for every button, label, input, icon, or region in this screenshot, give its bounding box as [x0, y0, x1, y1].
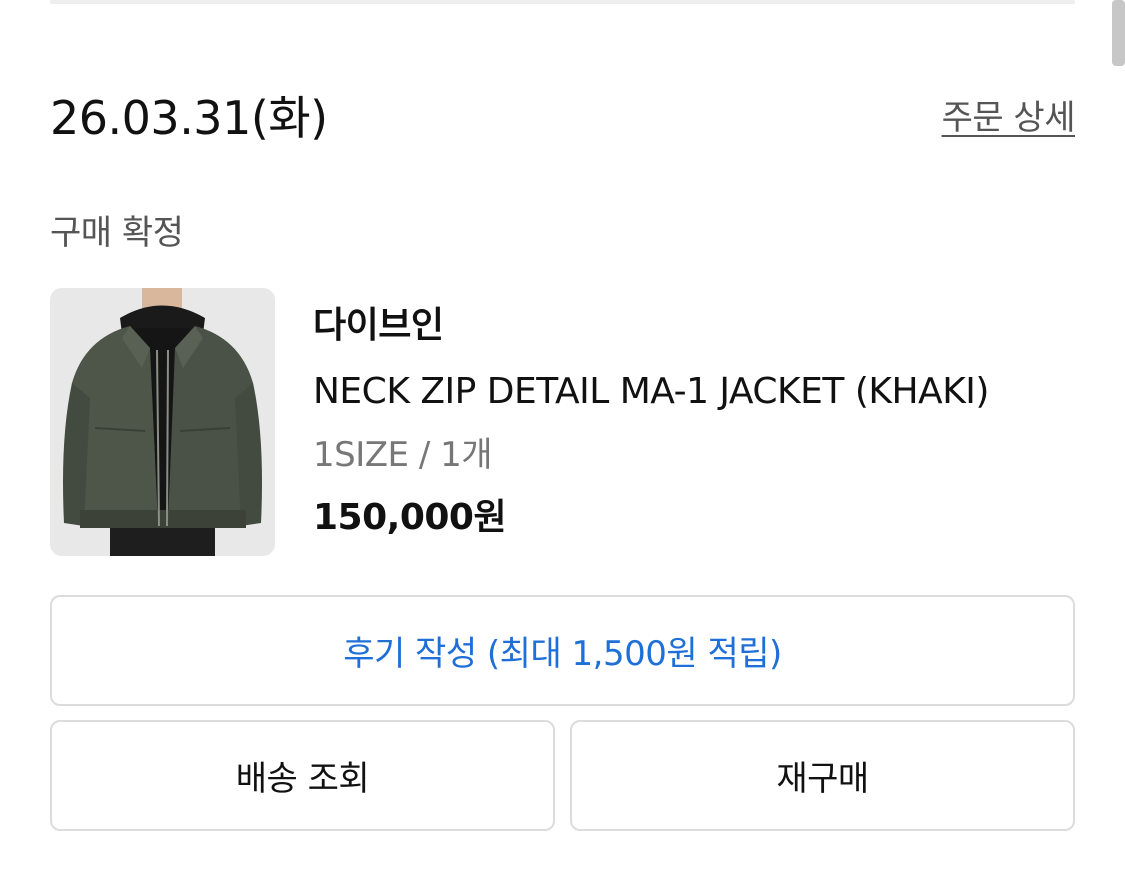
product-price: 150,000원	[313, 497, 507, 538]
product-option: 1SIZE / 1개	[313, 435, 492, 475]
product-brand: 다이브인	[313, 305, 444, 346]
order-detail-link[interactable]: 주문 상세	[942, 95, 1076, 141]
rebuy-button[interactable]: 재구매	[570, 720, 1075, 831]
top-divider	[50, 0, 1075, 4]
scrollbar[interactable]	[1112, 0, 1125, 66]
product-name: NECK ZIP DETAIL MA-1 JACKET (KHAKI)	[313, 371, 989, 412]
write-review-button[interactable]: 후기 작성 (최대 1,500원 적립)	[50, 595, 1075, 706]
track-shipping-button[interactable]: 배송 조회	[50, 720, 555, 831]
product-info[interactable]: 다이브인 NECK ZIP DETAIL MA-1 JACKET (KHAKI)…	[313, 300, 989, 544]
order-status: 구매 확정	[50, 213, 184, 253]
order-history-page: 26.03.31(화) 주문 상세 구매 확정 다이브인 NECK ZIP DE…	[0, 0, 1125, 884]
product-thumbnail[interactable]	[50, 288, 275, 556]
jacket-image-icon	[50, 288, 275, 556]
order-date: 26.03.31(화)	[50, 91, 328, 145]
